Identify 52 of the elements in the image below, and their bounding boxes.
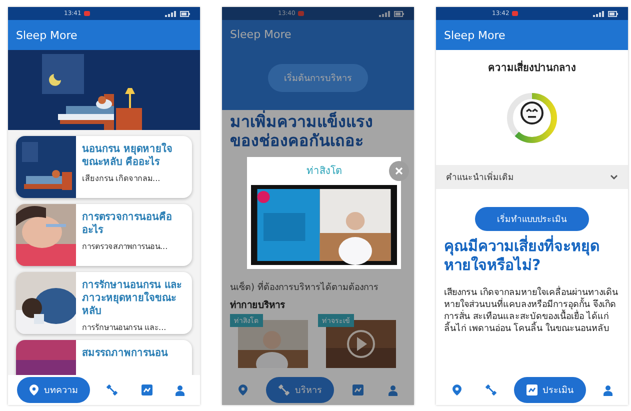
nav-tab[interactable]: บริหาร: [266, 377, 334, 403]
start-exercise-button[interactable]: เริ่มต้นการบริหาร: [268, 64, 368, 92]
body-text: นเซ็ต) ที่ต้องการบริหารได้ตามต้องการ: [230, 280, 406, 294]
heading: คุณมีความเสี่ยงที่จะหยุดหายใจหรือไม่?: [443, 234, 601, 274]
notification-icon: [84, 11, 90, 16]
neutral-face-icon: [520, 101, 544, 125]
article-excerpt: การรักษานอนกรน และ...: [82, 322, 168, 334]
article-card[interactable]: สมรรถภาพการนอน: [16, 340, 192, 375]
notification-icon: [298, 11, 304, 16]
dialog-title: ท่าสิงโต: [306, 164, 342, 178]
risk-level-label: ความเสี่ยงปานกลาง: [488, 60, 576, 75]
battery-icon: [608, 10, 618, 16]
person-icon: [388, 384, 398, 396]
dumbbell-icon: [278, 384, 290, 396]
advice-accordion[interactable]: คำแนะนำเพิ่มเติม: [436, 165, 628, 189]
assessment-icon: [526, 384, 538, 396]
section-title: ท่ากายบริหาร: [230, 299, 286, 312]
app-title: Sleep More: [16, 28, 78, 42]
assessment-icon: [352, 384, 364, 396]
map-pin-icon: [452, 384, 462, 396]
map-pin-icon: [238, 384, 248, 396]
app-title: Sleep More: [230, 27, 292, 43]
battery-icon: [180, 10, 190, 16]
article-excerpt: การตรวจสภาพการนอน...: [82, 241, 169, 253]
app-title: Sleep More: [444, 28, 506, 42]
heading: มาเพิ่มความแข็งแรงของช่องคอกันเถอะ: [230, 112, 374, 150]
dumbbell-icon: [484, 384, 496, 396]
notification-icon: [512, 11, 518, 16]
article-title: การรักษานอนกรน และภาวะหยุดหายใจขณะหลับ: [82, 279, 182, 318]
nav-tab[interactable]: ประเมิน: [514, 377, 586, 403]
signal-icon: [593, 10, 605, 16]
assessment-icon: [140, 384, 153, 396]
close-icon: [395, 167, 403, 175]
article-card[interactable]: การรักษานอนกรน และภาวะหยุดหายใจขณะหลับ การรักษานอนกรน และ...: [16, 272, 192, 334]
article-excerpt: เสียงกรน เกิดจากลม...: [82, 173, 162, 185]
article-card[interactable]: การตรวจการนอนคืออะไร การตรวจสภาพการนอน...: [16, 204, 192, 266]
article-title: สมรรถภาพการนอน: [82, 347, 168, 360]
dumbbell-icon: [106, 384, 118, 396]
battery-icon: [394, 10, 404, 16]
body-text: เสียงกรน เกิดจากลมหายใจเคลื่อนผ่านทางเดินหายใจส่วนบนที่แคบลงหรือมีการอุดกั้น จึงเกิดการสั่น สะเทือนและสะบัดของเนื้อเยื่อ ได้แก่ ลิ้นไก่ เพดานอ่อน โคนลิ้น ในขณะนอนหลับ: [443, 284, 619, 336]
signal-icon: [165, 10, 177, 16]
chevron-icon: [610, 174, 618, 180]
article-title: การตรวจการนอนคืออะไร: [82, 211, 173, 237]
article-title: นอนกรน หยุดหายใจขณะหลับ คืออะไร: [82, 143, 174, 169]
close-button[interactable]: [389, 161, 409, 181]
article-card[interactable]: นอนกรน หยุดหายใจขณะหลับ คืออะไร เสียงกรน เกิดจากลม...: [16, 136, 192, 198]
start-assessment-button[interactable]: เริ่มทำแบบประเมิน: [475, 207, 589, 231]
person-icon: [174, 384, 185, 396]
signal-icon: [379, 10, 391, 16]
map-pin-icon: [29, 384, 40, 396]
person-icon: [602, 384, 612, 396]
nav-tab[interactable]: บทความ: [17, 377, 90, 403]
